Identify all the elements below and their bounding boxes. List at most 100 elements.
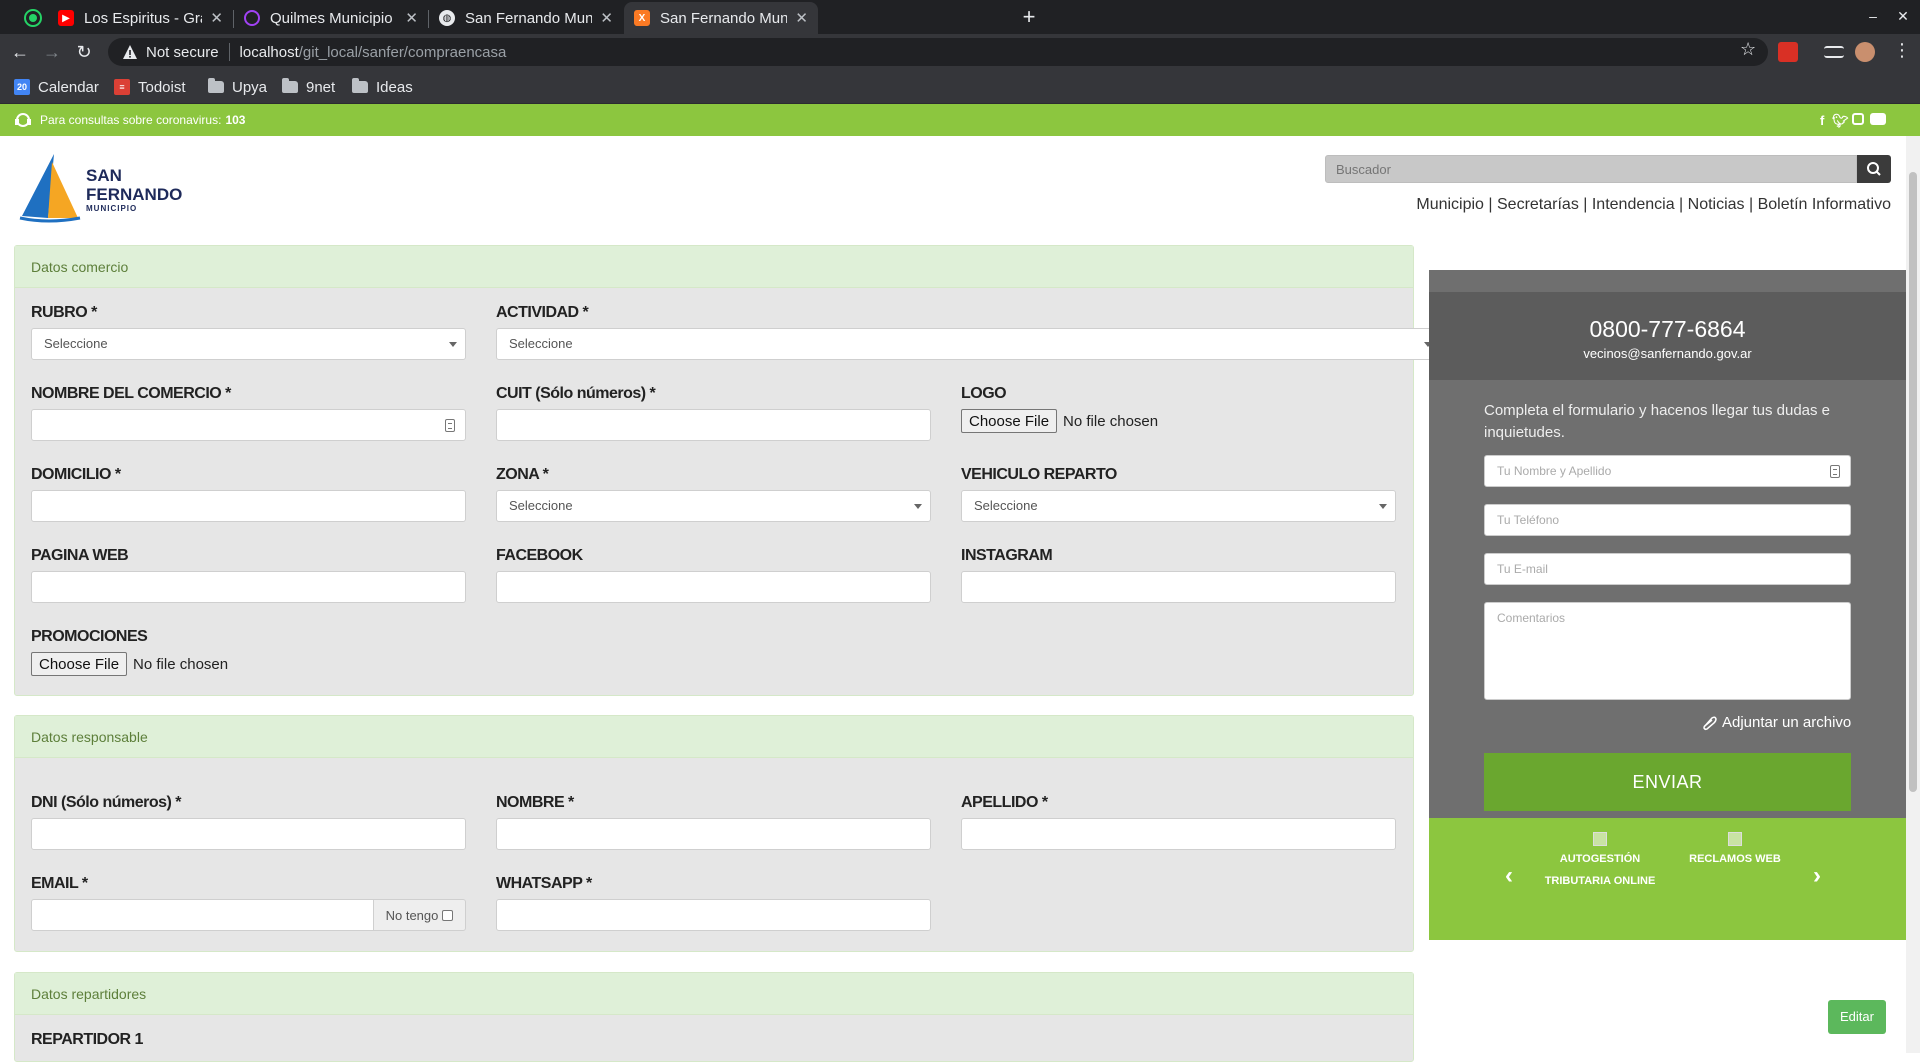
extension-lastpass-icon[interactable] bbox=[1778, 42, 1798, 62]
nombre-input[interactable] bbox=[496, 818, 931, 850]
enviar-button[interactable]: ENVIAR bbox=[1484, 753, 1851, 811]
promociones-choose-file-button[interactable]: Choose File bbox=[31, 652, 128, 676]
menu-icon[interactable]: ⋮ bbox=[1893, 40, 1911, 61]
bookmark-todoist[interactable]: ≡ Todoist bbox=[114, 76, 186, 98]
cuit-label: CUIT (Sólo números) * bbox=[496, 385, 656, 402]
avatar[interactable] bbox=[1855, 42, 1875, 62]
reload-button[interactable]: ↻ bbox=[72, 40, 96, 64]
contact-comments-textarea[interactable]: Comentarios bbox=[1484, 602, 1851, 700]
search-icon bbox=[1867, 162, 1881, 176]
email-input[interactable] bbox=[31, 899, 374, 931]
nav-intendencia[interactable]: Intendencia bbox=[1592, 196, 1675, 213]
actividad-select[interactable]: Seleccione bbox=[496, 328, 1441, 360]
email-label: EMAIL * bbox=[31, 875, 88, 892]
bookmark-upya[interactable]: Upya bbox=[208, 76, 267, 98]
facebook-icon[interactable]: f bbox=[1820, 113, 1824, 128]
close-icon[interactable]: ✕ bbox=[600, 9, 613, 27]
contact-phone-input[interactable]: Tu Teléfono bbox=[1484, 504, 1851, 536]
quick-link-autogestion[interactable]: AUTOGESTIÓN TRIBUTARIA ONLINE bbox=[1540, 832, 1660, 892]
repartidor-label: REPARTIDOR 1 bbox=[31, 1031, 143, 1048]
close-icon[interactable]: ✕ bbox=[795, 9, 808, 27]
nombre-label: NOMBRE * bbox=[496, 794, 574, 811]
facebook-input[interactable] bbox=[496, 571, 931, 603]
attach-label: Adjuntar un archivo bbox=[1722, 714, 1852, 731]
instagram-input[interactable] bbox=[961, 571, 1396, 603]
nombre-comercio-input[interactable] bbox=[31, 409, 466, 441]
forward-button[interactable]: → bbox=[40, 40, 64, 64]
bookmark-calendar[interactable]: 20 Calendar bbox=[14, 76, 99, 98]
quick-link-reclamos[interactable]: RECLAMOS WEB bbox=[1680, 832, 1790, 870]
folder-icon bbox=[208, 78, 224, 93]
back-button[interactable]: ← bbox=[8, 40, 32, 64]
search-input[interactable] bbox=[1325, 155, 1857, 183]
close-icon[interactable]: ✕ bbox=[210, 9, 223, 27]
youtube-icon[interactable] bbox=[1870, 113, 1886, 125]
instagram-icon[interactable] bbox=[1852, 113, 1864, 125]
broken-image-icon bbox=[1728, 832, 1742, 846]
chevron-down-icon bbox=[914, 504, 922, 509]
twitter-icon[interactable]: 🐦︎ bbox=[1832, 113, 1849, 129]
logo-choose-file-button[interactable]: Choose File bbox=[961, 409, 1058, 433]
cuit-input[interactable] bbox=[496, 409, 931, 441]
dni-input[interactable] bbox=[31, 818, 466, 850]
bookmark-ideas[interactable]: Ideas bbox=[352, 76, 413, 98]
promociones-file-status: No file chosen bbox=[133, 655, 229, 673]
rubro-select[interactable]: Seleccione bbox=[31, 328, 466, 360]
nav-secretarias[interactable]: Secretarías bbox=[1497, 196, 1579, 213]
logo-line-3: MUNICIPIO bbox=[86, 204, 138, 213]
whatsapp-input[interactable] bbox=[496, 899, 931, 931]
minimize-button[interactable]: – bbox=[1858, 4, 1888, 28]
chevron-right-icon[interactable]: › bbox=[1813, 862, 1821, 890]
page-scrollbar[interactable] bbox=[1906, 136, 1920, 1053]
web-input[interactable] bbox=[31, 571, 466, 603]
nav-municipio[interactable]: Municipio bbox=[1416, 196, 1484, 213]
select-value: Seleccione bbox=[509, 498, 573, 513]
field-nombre-comercio: NOMBRE DEL COMERCIO * bbox=[31, 385, 466, 441]
new-tab-button[interactable]: + bbox=[1016, 5, 1042, 31]
vehiculo-select[interactable]: Seleccione bbox=[961, 490, 1396, 522]
nombre-comercio-label: NOMBRE DEL COMERCIO * bbox=[31, 385, 231, 402]
chevron-left-icon[interactable]: ‹ bbox=[1505, 862, 1513, 890]
domicilio-input[interactable] bbox=[31, 490, 466, 522]
logo-line-1: SAN bbox=[86, 166, 122, 185]
bookmark-9net[interactable]: 9net bbox=[282, 76, 335, 98]
bookmark-label: Upya bbox=[232, 78, 268, 96]
vehiculo-label: VEHICULO REPARTO bbox=[961, 466, 1117, 483]
instagram-label: INSTAGRAM bbox=[961, 547, 1053, 564]
attach-file-link[interactable]: Adjuntar un archivo bbox=[1700, 714, 1851, 731]
field-repartidor-1: REPARTIDOR 1 bbox=[31, 1031, 143, 1055]
quick-link-label: RECLAMOS WEB bbox=[1689, 853, 1781, 865]
tab-title: San Fernando Municipio - bbox=[660, 9, 788, 27]
tab-2[interactable]: Quilmes Municipio - Comp ✕ bbox=[234, 2, 428, 34]
quick-link-label: TRIBUTARIA ONLINE bbox=[1544, 875, 1656, 887]
media-queue-icon[interactable] bbox=[1824, 46, 1844, 58]
tab-1[interactable]: ▶ Los Espiritus - Gratitud Fu ✕ bbox=[48, 2, 233, 34]
contact-email[interactable]: vecinos@sanfernando.gov.ar bbox=[1429, 346, 1906, 361]
close-icon[interactable]: ✕ bbox=[405, 9, 418, 27]
apellido-label: APELLIDO * bbox=[961, 794, 1048, 811]
editar-button[interactable]: Editar bbox=[1828, 1000, 1886, 1034]
zona-select[interactable]: Seleccione bbox=[496, 490, 931, 522]
field-facebook: FACEBOOK bbox=[496, 547, 931, 603]
contact-email-input[interactable]: Tu E-mail bbox=[1484, 553, 1851, 585]
phone-number[interactable]: 0800-777-6864 bbox=[1429, 316, 1906, 343]
no-tengo-checkbox[interactable] bbox=[442, 909, 454, 921]
bookmark-star-icon[interactable]: ☆ bbox=[1740, 39, 1756, 60]
field-nombre: NOMBRE * bbox=[496, 794, 931, 850]
warning-icon bbox=[123, 45, 137, 59]
apellido-input[interactable] bbox=[961, 818, 1396, 850]
search-button[interactable] bbox=[1857, 155, 1891, 183]
tab-4-active[interactable]: X San Fernando Municipio - ✕ bbox=[624, 2, 818, 34]
contact-name-input[interactable]: Tu Nombre y Apellido bbox=[1484, 455, 1851, 487]
tab-title: Los Espiritus - Gratitud Fu bbox=[84, 9, 202, 27]
nav-boletin[interactable]: Boletín Informativo bbox=[1758, 196, 1891, 213]
bookmarks-bar: 20 Calendar ≡ Todoist Upya 9net Ideas bbox=[0, 70, 1920, 104]
bookmark-label: 9net bbox=[306, 78, 336, 96]
address-bar[interactable]: Not secure localhost/git_local/sanfer/co… bbox=[108, 38, 1768, 66]
close-window-button[interactable]: ✕ bbox=[1888, 4, 1918, 28]
headset-icon bbox=[15, 113, 31, 127]
tab-3[interactable]: ◍ San Fernando Municipio | ✕ bbox=[429, 2, 623, 34]
scrollbar-thumb[interactable] bbox=[1909, 172, 1917, 792]
nav-noticias[interactable]: Noticias bbox=[1688, 196, 1745, 213]
chevron-down-icon bbox=[1379, 504, 1387, 509]
